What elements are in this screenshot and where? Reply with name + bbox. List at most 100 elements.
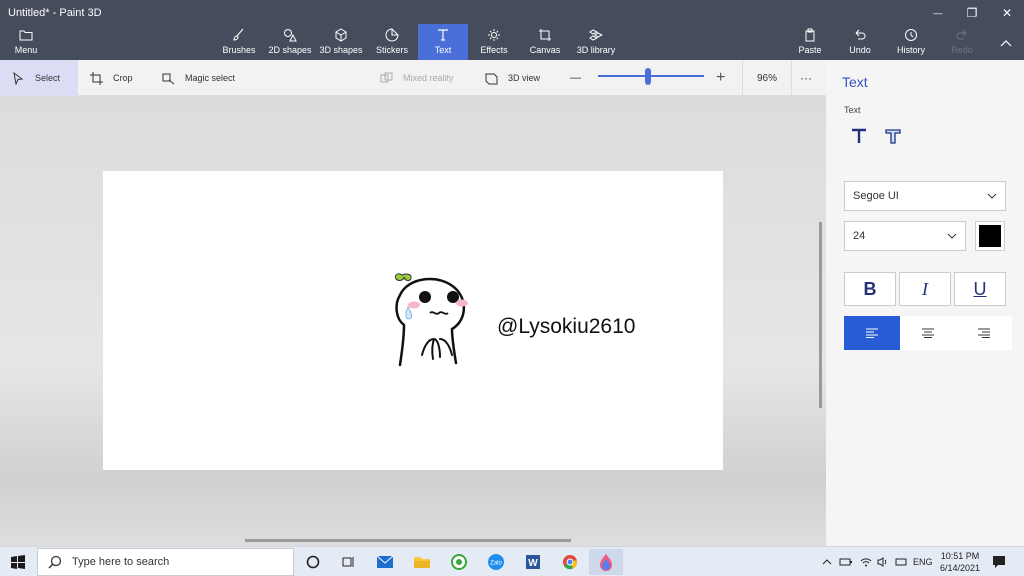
- text-color-picker[interactable]: [975, 221, 1005, 251]
- notification-icon: [993, 556, 1005, 568]
- collapse-ribbon-button[interactable]: [992, 33, 1020, 53]
- mixed-reality-button[interactable]: Mixed reality: [380, 60, 454, 96]
- canvas-text-label[interactable]: @Lysokiu2610: [497, 315, 635, 339]
- battery-tray[interactable]: [839, 547, 853, 576]
- keyboard-icon: [895, 558, 907, 566]
- start-button[interactable]: [0, 547, 36, 576]
- tool-3d-library[interactable]: 3D library: [574, 24, 618, 60]
- plus-icon: +: [716, 69, 726, 86]
- redo-button[interactable]: Redo: [948, 24, 976, 60]
- zoom-slider-track[interactable]: [598, 75, 704, 77]
- taskbar-search-box[interactable]: Type here to search: [37, 548, 294, 576]
- search-placeholder: Type here to search: [72, 556, 170, 568]
- language-indicator[interactable]: ENG: [913, 547, 933, 576]
- 2d-text-icon: [852, 128, 866, 143]
- bold-button[interactable]: B: [844, 272, 896, 306]
- file-explorer-app[interactable]: [405, 549, 439, 575]
- paste-icon: [805, 28, 815, 42]
- volume-tray[interactable]: [877, 547, 889, 576]
- italic-button[interactable]: I: [899, 272, 951, 306]
- font-family-dropdown[interactable]: Segoe UI: [844, 181, 1006, 211]
- history-button[interactable]: History: [894, 24, 928, 60]
- 3d-view-label: 3D view: [508, 73, 541, 83]
- zoom-level-text: 96%: [756, 72, 777, 84]
- chrome-app[interactable]: [553, 549, 587, 575]
- tool-canvas[interactable]: Canvas: [528, 24, 562, 60]
- horizontal-scrollbar[interactable]: [245, 539, 571, 542]
- panel-title: Text: [842, 74, 868, 90]
- clock-time: 10:51 PM: [940, 551, 980, 561]
- align-center-button[interactable]: [900, 316, 956, 350]
- minimize-button[interactable]: —: [924, 3, 952, 23]
- restore-button[interactable]: ❐: [958, 3, 986, 23]
- canvas-icon: [539, 29, 551, 41]
- tool-text[interactable]: Text: [418, 24, 468, 60]
- redo-icon: [956, 29, 967, 40]
- tool-stickers[interactable]: Stickers: [374, 24, 410, 60]
- folder-icon: [19, 30, 33, 41]
- align-left-icon: [866, 328, 878, 338]
- minimize-icon: —: [933, 8, 943, 18]
- paint-3d-app[interactable]: [589, 549, 623, 575]
- speaker-icon: [877, 557, 887, 567]
- network-tray[interactable]: [860, 547, 872, 576]
- clock[interactable]: 10:51 PM 6/14/2021: [936, 550, 984, 574]
- task-view-icon: [342, 557, 354, 567]
- close-icon: ✕: [1001, 6, 1013, 20]
- cursor-icon: [13, 71, 24, 85]
- zoom-slider-thumb[interactable]: [645, 68, 651, 85]
- cortana-button[interactable]: [296, 549, 330, 575]
- more-options-button[interactable]: ···: [800, 60, 812, 96]
- 2d-text-button[interactable]: [845, 122, 873, 150]
- tool-3d-shapes[interactable]: 3D shapes: [318, 24, 364, 60]
- green-app[interactable]: [442, 549, 476, 575]
- tool-effects[interactable]: Effects: [478, 24, 510, 60]
- zoom-in-button[interactable]: +: [716, 60, 725, 96]
- show-hidden-icons[interactable]: [822, 547, 832, 576]
- svg-text:Zalo: Zalo: [490, 561, 502, 567]
- zoom-out-button[interactable]: —: [570, 60, 581, 96]
- task-view-button[interactable]: [331, 549, 365, 575]
- clock-date: 6/14/2021: [939, 563, 981, 573]
- undo-label: Undo: [849, 45, 871, 55]
- select-label: Select: [35, 73, 61, 83]
- tool-brushes[interactable]: Brushes: [222, 24, 256, 60]
- ribbon: Untitled* - Paint 3D — ❐ ✕ Menu Brushes …: [0, 0, 1024, 60]
- select-button[interactable]: Select: [0, 60, 78, 96]
- underline-button[interactable]: U: [954, 272, 1006, 306]
- zoom-level[interactable]: 96%: [742, 60, 792, 96]
- magic-select-button[interactable]: Magic select: [162, 60, 235, 96]
- language-text: ENG: [913, 557, 933, 567]
- close-button[interactable]: ✕: [993, 3, 1021, 23]
- redo-label: Redo: [951, 45, 973, 55]
- crop-label: Crop: [113, 73, 133, 83]
- chevron-down-icon: [987, 193, 997, 199]
- chevron-up-icon: [822, 559, 832, 565]
- vertical-scrollbar[interactable]: [819, 222, 822, 408]
- input-mode-tray[interactable]: [895, 547, 907, 576]
- notifications-button[interactable]: [992, 547, 1006, 576]
- cartoon-ghost-sticker: [395, 273, 468, 367]
- font-size-dropdown[interactable]: 24: [844, 221, 966, 251]
- undo-button[interactable]: Undo: [846, 24, 874, 60]
- crop-button[interactable]: Crop: [90, 60, 133, 96]
- tool-2d-shapes[interactable]: 2D shapes: [268, 24, 312, 60]
- search-icon: [48, 555, 62, 569]
- svg-text:W: W: [528, 558, 538, 569]
- history-label: History: [896, 45, 925, 55]
- drawing-canvas[interactable]: @Lysokiu2610: [103, 171, 723, 470]
- text-panel: Text Text Segoe UI 24 B I U: [826, 60, 1024, 546]
- paste-button[interactable]: Paste: [796, 24, 824, 60]
- mail-app[interactable]: [368, 549, 402, 575]
- green-app-icon: [451, 554, 467, 570]
- window-title: Untitled* - Paint 3D: [8, 7, 102, 19]
- 3d-view-icon: [485, 73, 498, 84]
- tool-label: Stickers: [375, 45, 408, 55]
- align-left-button[interactable]: [844, 316, 900, 350]
- word-app[interactable]: W: [516, 549, 550, 575]
- 3d-view-button[interactable]: 3D view: [485, 60, 540, 96]
- align-right-button[interactable]: [956, 316, 1012, 350]
- 3d-text-button[interactable]: [879, 122, 907, 150]
- zalo-app[interactable]: Zalo: [479, 549, 513, 575]
- menu-button[interactable]: Menu: [8, 24, 44, 60]
